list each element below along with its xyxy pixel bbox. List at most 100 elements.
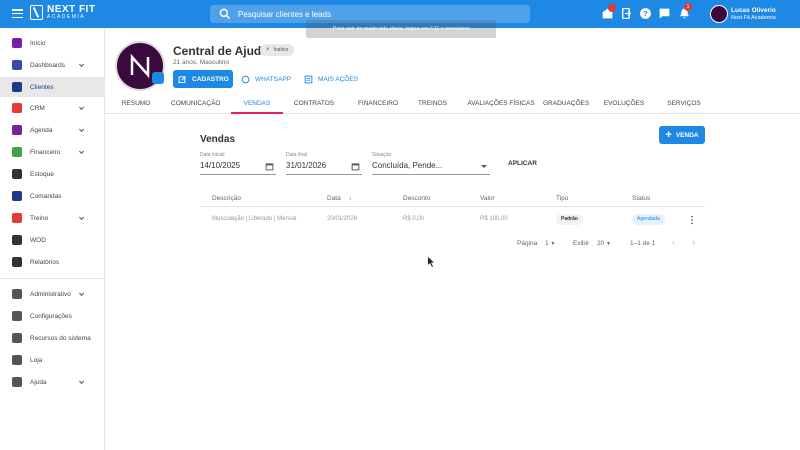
- status-select[interactable]: Situação Concluída, Pende...: [372, 152, 490, 175]
- whatsapp-button[interactable]: WHATSAPP: [241, 70, 291, 88]
- tab-resumo[interactable]: RESUMO: [121, 96, 151, 114]
- rows-label: Exibir: [573, 240, 590, 247]
- status-label: Inativo: [273, 47, 289, 53]
- logo-sub: ACADEMIA: [47, 14, 86, 20]
- sidebar-item-clientes[interactable]: Clientes: [0, 77, 105, 97]
- status-badge: Agendada: [632, 214, 665, 225]
- status-select-value: Concluída, Pende...: [372, 161, 443, 170]
- rows-select[interactable]: 20 ▼: [597, 240, 611, 247]
- tab-gradua-es[interactable]: GRADUAÇÕES: [543, 96, 589, 114]
- calendar-icon[interactable]: [351, 162, 360, 171]
- close-icon[interactable]: ×: [266, 47, 270, 53]
- toggle-icon: [12, 333, 22, 343]
- report-icon: [12, 257, 22, 267]
- sidebar-item-wod[interactable]: WOD: [0, 230, 105, 250]
- sidebar-item-administrativo[interactable]: Administrativo: [0, 284, 105, 304]
- sidebar-item-label: Configurações: [30, 312, 72, 320]
- sidebar-item-label: Agenda: [30, 126, 53, 134]
- client-name: Central de Ajuda: [173, 44, 268, 58]
- menu-icon[interactable]: [12, 9, 23, 19]
- camera-icon[interactable]: [152, 72, 164, 84]
- sidebar-item-recursos-do-sistema[interactable]: Recursos do sistema: [0, 328, 105, 348]
- start-date-field[interactable]: Data inicial 14/10/2025: [200, 152, 276, 175]
- edit-icon: [178, 75, 186, 83]
- sidebar-item-loja[interactable]: Loja: [0, 350, 105, 370]
- tipo-badge: Padrão: [556, 214, 583, 225]
- chevron-down-icon: [79, 128, 84, 132]
- cell-desconto: R$ 0,00: [403, 216, 425, 222]
- user-avatar[interactable]: [710, 5, 728, 23]
- search-placeholder: Pesquisar clientes e leads: [238, 9, 331, 19]
- cell-descricao: Musculação | Liberado | Mensal: [212, 216, 297, 222]
- sidebar-item-label: CRM: [30, 104, 45, 112]
- sidebar-item-crm[interactable]: CRM: [0, 98, 105, 118]
- col-header-data-label: Data: [327, 195, 341, 202]
- sidebar-item-ajuda[interactable]: Ajuda: [0, 372, 105, 392]
- end-date-field[interactable]: Data final 31/01/2026: [286, 152, 362, 175]
- calendar-icon: [12, 125, 22, 135]
- sidebar-item-label: Loja: [30, 356, 43, 364]
- help-icon: [12, 377, 22, 387]
- sidebar-item-financeiro[interactable]: Financeiro: [0, 142, 105, 162]
- sidebar-item-in-cio[interactable]: Início: [0, 33, 105, 53]
- money-icon: [12, 147, 22, 157]
- sidebar-item-agenda[interactable]: Agenda: [0, 120, 105, 140]
- sidebar-item-estoque[interactable]: Estoque: [0, 164, 105, 184]
- sidebar-item-label: WOD: [30, 236, 46, 244]
- sidebar-item-configura-es[interactable]: Configurações: [0, 306, 105, 326]
- sidebar-item-comandas[interactable]: Comandas: [0, 186, 105, 206]
- sidebar-item-label: Relatórios: [30, 258, 60, 266]
- gear-icon: [12, 311, 22, 321]
- page-range: 1–1 de 1: [630, 240, 656, 247]
- prev-page-icon[interactable]: ‹: [672, 237, 675, 247]
- cadastro-button[interactable]: CADASTRO: [173, 70, 233, 88]
- user-name[interactable]: Lucas Oliverio: [731, 7, 776, 14]
- page-label: Página: [517, 240, 538, 247]
- sidebar-item-treino[interactable]: Treino: [0, 208, 105, 228]
- col-header-data[interactable]: Data ↓: [327, 195, 352, 202]
- tab-avalia-es-f-sicas[interactable]: AVALIAÇÕES FÍSICAS: [465, 96, 537, 114]
- exit-icon[interactable]: [620, 7, 633, 20]
- sidebar-item-label: Comandas: [30, 192, 62, 200]
- calendar-icon[interactable]: [265, 162, 274, 171]
- tab-financeiro[interactable]: FINANCEIRO: [352, 96, 404, 114]
- status-badge: × Inativo: [260, 44, 295, 56]
- page-value: 1: [545, 240, 549, 247]
- cart-icon: [12, 169, 22, 179]
- tab-servi-os[interactable]: SERVIÇOS: [667, 96, 701, 114]
- col-header-descricao: Descrição: [212, 195, 241, 202]
- tab-contratos[interactable]: CONTRATOS: [289, 96, 339, 114]
- cell-data: 20/01/2026: [327, 216, 358, 222]
- sidebar-item-label: Início: [30, 39, 46, 47]
- chat-icon[interactable]: [658, 7, 671, 20]
- notification-badge: 1: [684, 3, 692, 11]
- kettlebell-icon: [12, 235, 22, 245]
- tab-treinos[interactable]: TREINOS: [415, 96, 450, 114]
- next-page-icon[interactable]: ›: [692, 237, 695, 247]
- col-header-desconto: Desconto: [403, 195, 431, 202]
- whatsapp-label: WHATSAPP: [255, 75, 291, 83]
- more-actions-button[interactable]: MAIS AÇÕES: [304, 70, 358, 88]
- logo-mark: [30, 5, 43, 20]
- crm-icon: [12, 103, 22, 113]
- add-venda-button[interactable]: + VENDA: [659, 126, 705, 144]
- receipt-icon: [12, 191, 22, 201]
- tab-bar: RESUMO COMUNICAÇÃO VENDAS CONTRATOS FINANCEI…: [105, 96, 800, 114]
- tab-comunica-o[interactable]: COMUNICAÇÃO: [171, 96, 220, 114]
- sidebar-item-relat-rios[interactable]: Relatórios: [0, 252, 105, 272]
- tab-vendas[interactable]: VENDAS: [231, 96, 283, 114]
- client-meta: 21 anos, Masculino: [173, 59, 230, 66]
- apply-button[interactable]: APLICAR: [508, 160, 537, 167]
- tab-evolu-es[interactable]: EVOLUÇÕES: [603, 96, 645, 114]
- col-header-valor: Valor: [480, 195, 495, 202]
- plus-icon: +: [665, 129, 672, 141]
- sidebar-item-dashboards[interactable]: Dashboards: [0, 55, 105, 75]
- more-vert-icon[interactable]: [690, 215, 694, 225]
- help-icon[interactable]: ?: [639, 7, 652, 20]
- logo[interactable]: NEXT FIT ACADEMIA: [30, 5, 95, 20]
- start-date-value: 14/10/2025: [200, 161, 241, 170]
- sidebar-item-label: Estoque: [30, 170, 54, 178]
- page-select[interactable]: 1 ▼: [545, 240, 555, 247]
- chevron-down-icon: [79, 380, 84, 384]
- list-icon: [304, 75, 313, 83]
